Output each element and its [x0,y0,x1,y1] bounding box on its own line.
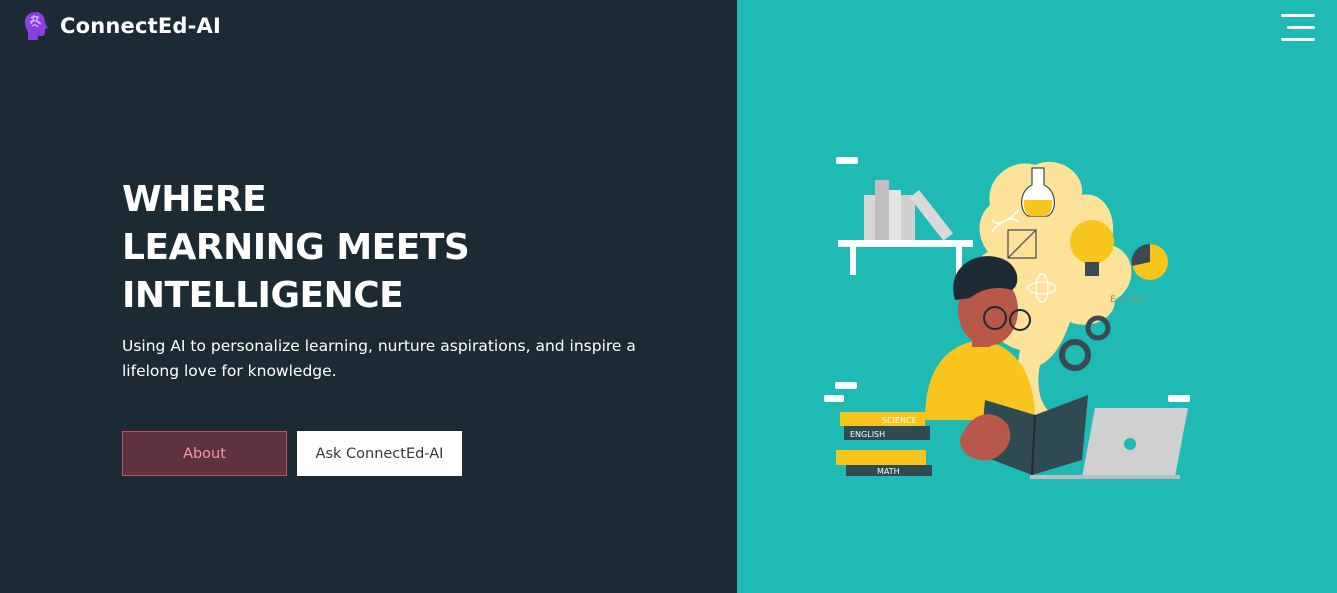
hamburger-menu-line [1287,26,1315,29]
student-shirt [925,340,1035,420]
shelf-book [875,180,889,240]
book-science-label: SCIENCE [882,416,917,425]
flask-liquid [1023,200,1053,216]
shelf-book [889,190,901,240]
book-english-label: ENGLISH [850,430,885,439]
about-button[interactable]: About [122,431,287,476]
hero-content: WHERE LEARNING MEETS INTELLIGENCE Using … [122,176,682,384]
student-learning-illustration: E = mc² SCIENCE ENGLISH MATH [824,157,1190,479]
hero-title-line: INTELLIGENCE [122,275,404,316]
hero-title-line: LEARNING MEETS [122,227,470,268]
shelf-bracket [850,247,856,275]
book-stack [836,450,926,465]
lightbulb-base [1085,262,1099,276]
wall-tile [824,395,844,402]
shelf-book [864,195,875,240]
wall-tile [1168,395,1190,402]
hero-subtitle: Using AI to personalize learning, nurtur… [122,337,636,380]
gear-icon [1059,339,1091,371]
hamburger-menu-line [1281,38,1315,41]
book-math-label: MATH [877,467,900,476]
hamburger-menu-icon [1281,14,1315,17]
shelf-book [901,195,915,240]
laptop-logo [1124,438,1136,450]
wall-tile [836,157,858,164]
leaning-book [909,190,953,241]
ask-connected-ai-button[interactable]: Ask ConnectEd-AI [297,431,462,476]
lightbulb-icon [1070,220,1114,264]
hero-title-line: WHERE [122,179,267,220]
formula-text: E = mc² [1110,295,1147,305]
wall-shelf [838,240,973,247]
hero-title: WHERE LEARNING MEETS INTELLIGENCE [122,176,682,320]
brain-head-icon [24,12,48,40]
brand[interactable]: ConnectEd-AI [22,10,221,42]
wall-tile [835,382,857,389]
brand-name: ConnectEd-AI [60,14,222,38]
hamburger-menu-button[interactable] [1277,14,1315,44]
laptop-base [1030,475,1180,479]
